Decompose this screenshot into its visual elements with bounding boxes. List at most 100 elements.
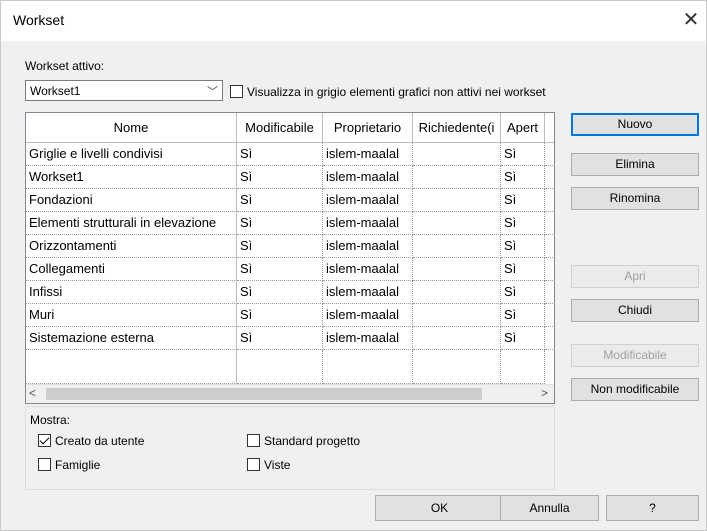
modificabile-button[interactable]: Modificabile [571,344,699,367]
table-cell-richiedente[interactable] [413,258,501,281]
table-cell-proprietario[interactable]: islem-maalal [323,166,413,189]
workset-dialog: Workset ✕ Workset attivo: Workset1 ﹀ Vis… [0,0,707,531]
table-cell-modificabile[interactable]: Sì [237,189,323,212]
window-title: Workset [13,12,65,28]
table-cell-nome[interactable]: Collegamenti [26,258,237,281]
table-cell-proprietario[interactable]: islem-maalal [323,143,413,166]
table-cell-nome[interactable]: Workset1 [26,166,237,189]
empty-row-cell [501,350,545,384]
table-cell-aperto[interactable]: Sì [501,281,545,304]
table-cell-richiedente[interactable] [413,166,501,189]
table-cell-modificabile[interactable]: Sì [237,212,323,235]
table-cell-aperto[interactable]: Sì [501,212,545,235]
scroll-left-icon[interactable]: < [29,386,36,400]
table-cell-nome[interactable]: Infissi [26,281,237,304]
table-cell-richiedente[interactable] [413,235,501,258]
table-cell-aperto[interactable]: Sì [501,143,545,166]
table-cell-richiedente[interactable] [413,304,501,327]
column-header-aperto[interactable]: Apert [501,113,545,143]
table-cell-extra [545,212,554,235]
table-cell-aperto[interactable]: Sì [501,189,545,212]
table-cell-proprietario[interactable]: islem-maalal [323,304,413,327]
column-header-modificabile[interactable]: Modificabile [237,113,323,143]
standard-progetto-checkbox[interactable] [247,434,260,447]
viste-checkbox[interactable] [247,458,260,471]
table-cell-modificabile[interactable]: Sì [237,166,323,189]
table-cell-richiedente[interactable] [413,281,501,304]
mostra-group: Mostra: Creato da utente Famiglie Standa… [25,406,555,490]
empty-row-cell [237,350,323,384]
close-icon[interactable]: ✕ [676,7,706,35]
viste-label: Viste [264,458,291,472]
non-modificabile-button[interactable]: Non modificabile [571,378,699,401]
worksets-table: Nome Modificabile Proprietario Richieden… [25,112,555,404]
apri-button[interactable]: Apri [571,265,699,288]
empty-row-cell [26,350,237,384]
table-cell-proprietario[interactable]: islem-maalal [323,327,413,350]
column-header-richiedente[interactable]: Richiedente(i [413,113,501,143]
table-cell-aperto[interactable]: Sì [501,304,545,327]
table-cell-extra [545,281,554,304]
column-header-proprietario[interactable]: Proprietario [323,113,413,143]
table-cell-aperto[interactable]: Sì [501,258,545,281]
famiglie-checkbox[interactable] [38,458,51,471]
empty-row-cell [323,350,413,384]
gray-inactive-checkbox[interactable] [230,85,243,98]
table-cell-aperto[interactable]: Sì [501,327,545,350]
table-cell-modificabile[interactable]: Sì [237,258,323,281]
title-bar: Workset ✕ [1,1,706,41]
horizontal-scrollbar[interactable]: < > [26,384,554,403]
creato-da-utente-checkbox[interactable] [38,434,51,447]
table-cell-modificabile[interactable]: Sì [237,281,323,304]
table-cell-extra [545,327,554,350]
table-cell-nome[interactable]: Sistemazione esterna [26,327,237,350]
column-header-nome[interactable]: Nome [26,113,237,143]
table-cell-richiedente[interactable] [413,143,501,166]
famiglie-label: Famiglie [55,458,101,472]
table-cell-extra [545,258,554,281]
scrollbar-thumb[interactable] [46,388,482,400]
table-cell-extra [545,235,554,258]
table-cell-proprietario[interactable]: islem-maalal [323,189,413,212]
nuovo-button[interactable]: Nuovo [571,113,699,136]
table-cell-richiedente[interactable] [413,327,501,350]
table-cell-extra [545,189,554,212]
table-cell-aperto[interactable]: Sì [501,235,545,258]
chevron-down-icon: ﹀ [207,86,218,98]
table-cell-nome[interactable]: Elementi strutturali in elevazione [26,212,237,235]
table-cell-richiedente[interactable] [413,189,501,212]
rinomina-button[interactable]: Rinomina [571,187,699,210]
empty-row-cell [413,350,501,384]
chiudi-button[interactable]: Chiudi [571,299,699,322]
active-workset-value: Workset1 [30,84,81,98]
creato-da-utente-label: Creato da utente [55,434,145,448]
table-cell-extra [545,304,554,327]
help-button[interactable]: ? [606,495,699,521]
scroll-right-icon[interactable]: > [541,386,548,400]
active-workset-dropdown[interactable]: Workset1 ﹀ [25,80,223,101]
table-cell-proprietario[interactable]: islem-maalal [323,235,413,258]
column-header-extra [545,113,554,143]
mostra-label: Mostra: [30,413,71,427]
table-cell-extra [545,143,554,166]
active-workset-label: Workset attivo: [25,59,105,73]
gray-inactive-label: Visualizza in grigio elementi grafici no… [247,85,546,99]
table-cell-extra [545,166,554,189]
annulla-button[interactable]: Annulla [500,495,599,521]
table-cell-modificabile[interactable]: Sì [237,304,323,327]
table-cell-aperto[interactable]: Sì [501,166,545,189]
table-cell-modificabile[interactable]: Sì [237,143,323,166]
ok-button[interactable]: OK [375,495,504,521]
table-cell-proprietario[interactable]: islem-maalal [323,212,413,235]
table-cell-proprietario[interactable]: islem-maalal [323,281,413,304]
table-cell-richiedente[interactable] [413,212,501,235]
table-cell-modificabile[interactable]: Sì [237,235,323,258]
table-cell-proprietario[interactable]: islem-maalal [323,258,413,281]
table-cell-modificabile[interactable]: Sì [237,327,323,350]
standard-progetto-label: Standard progetto [264,434,361,448]
table-cell-nome[interactable]: Griglie e livelli condivisi [26,143,237,166]
table-cell-nome[interactable]: Muri [26,304,237,327]
table-cell-nome[interactable]: Orizzontamenti [26,235,237,258]
elimina-button[interactable]: Elimina [571,153,699,176]
table-cell-nome[interactable]: Fondazioni [26,189,237,212]
